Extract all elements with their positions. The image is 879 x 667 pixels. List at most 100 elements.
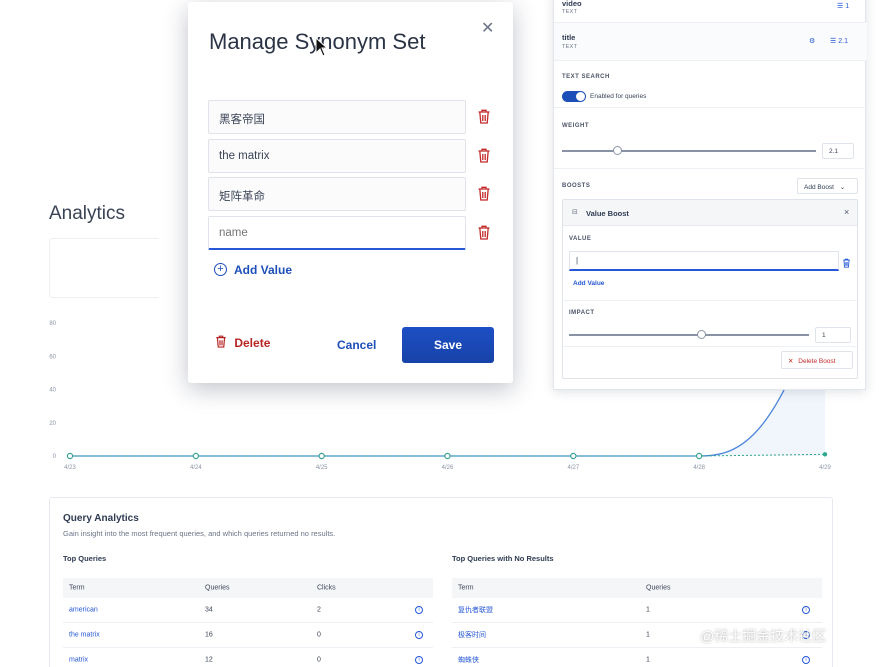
close-icon[interactable]: ✕	[481, 18, 494, 38]
delete-button[interactable]: Delete	[215, 335, 270, 355]
impact-slider-thumb[interactable]	[696, 330, 706, 339]
data-point	[570, 452, 577, 460]
weight-badge[interactable]: ☰ 2.1	[830, 37, 848, 45]
term-link[interactable]: 复仇者联盟	[458, 605, 493, 615]
queries-count: 1	[646, 606, 650, 614]
term-link[interactable]: matrix	[69, 657, 88, 664]
info-icon[interactable]: i	[415, 631, 423, 639]
x-tick-label: 4/26	[442, 465, 454, 471]
cancel-button[interactable]: Cancel	[337, 338, 376, 352]
watermark: @稀土掘金技术社区	[700, 628, 827, 644]
table-row[interactable]: american 34 2 i	[63, 598, 433, 623]
table-row[interactable]: 蜘蛛侠 1 i	[452, 648, 822, 667]
text-search-toggle[interactable]	[562, 91, 586, 102]
plus-circle-icon[interactable]: +	[214, 263, 227, 276]
sliders-icon: ☰	[837, 3, 844, 10]
field-name: video	[562, 0, 582, 8]
weight-slider-track[interactable]	[562, 150, 816, 152]
boost-title: Value Boost	[586, 209, 629, 218]
x-tick-label: 4/28	[693, 465, 705, 471]
chevron-down-icon: ⌄	[839, 184, 846, 191]
weight-slider-thumb[interactable]	[613, 146, 623, 155]
trash-icon[interactable]	[477, 148, 491, 163]
table-row[interactable]: the matrix 16 0 i	[63, 623, 433, 648]
y-tick-label: 80	[49, 321, 56, 327]
trash-icon	[215, 335, 227, 351]
settings-icon[interactable]: ⚙	[809, 37, 815, 45]
impact-slider-track[interactable]	[569, 334, 809, 336]
trash-icon[interactable]	[477, 225, 491, 240]
boost-header[interactable]: ⊟ Value Boost ×	[563, 200, 857, 226]
add-value-link[interactable]: Add Value	[573, 280, 604, 287]
clicks-count: 2	[317, 606, 321, 614]
divider	[563, 300, 857, 301]
table-row[interactable]: matrix 12 0 i	[63, 648, 433, 667]
sliders-icon: ☰	[830, 38, 837, 45]
top-queries-table: Term Queries Clicks american 34 2 i the …	[63, 578, 433, 667]
x-tick-label: 4/24	[190, 465, 202, 471]
new-synonym-input[interactable]	[208, 216, 466, 250]
value-label: VALUE	[569, 236, 592, 242]
column-header: Term	[458, 584, 474, 592]
y-tick-label: 0	[53, 454, 57, 460]
mouse-cursor-icon	[315, 37, 329, 57]
weight-value: 1	[845, 3, 850, 10]
table-header: Term Queries	[452, 578, 822, 598]
toggle-label: Enabled for queries	[590, 93, 647, 100]
synonym-input[interactable]: 矩阵革命	[208, 177, 466, 211]
trash-icon[interactable]	[477, 186, 491, 201]
query-analytics-subtitle: Gain insight into the most frequent quer…	[63, 529, 336, 538]
data-point	[318, 452, 325, 460]
save-button[interactable]: Save	[402, 327, 494, 363]
queries-count: 16	[205, 631, 213, 639]
term-link[interactable]: american	[69, 607, 98, 614]
trash-icon[interactable]	[477, 109, 491, 124]
add-boost-dropdown[interactable]: Add Boost ⌄	[797, 178, 858, 194]
data-point	[192, 452, 200, 460]
delete-boost-button[interactable]: ✕ Delete Boost	[781, 351, 853, 369]
weight-label: WEIGHT	[562, 123, 589, 129]
y-tick-label: 60	[49, 354, 56, 360]
manage-synonym-modal: Manage Synonym Set ✕ 黑客帝国 the matrix 矩阵革…	[188, 2, 513, 383]
field-row-title[interactable]: title TEXT ⚙ ☰ 2.1	[554, 23, 867, 61]
weight-input[interactable]: 2.1	[822, 143, 854, 159]
impact-input[interactable]: 1	[815, 327, 851, 343]
trash-icon[interactable]	[842, 255, 851, 273]
weight-badge[interactable]: ☰ 1	[837, 2, 849, 10]
info-icon[interactable]: i	[802, 656, 810, 664]
field-settings-panel: video TEXT ☰ 1 title TEXT ⚙ ☰ 2.1 TEXT S…	[553, 0, 867, 390]
boosts-label: BOOSTS	[562, 183, 591, 189]
term-link[interactable]: 极客时间	[458, 630, 486, 640]
text-search-label: TEXT SEARCH	[562, 74, 610, 80]
boost-value-input[interactable]: |	[569, 251, 839, 271]
field-row-video[interactable]: video TEXT ☰ 1	[554, 0, 867, 23]
info-icon[interactable]: i	[415, 656, 423, 664]
x-tick-label: 4/29	[819, 465, 831, 471]
top-queries-heading: Top Queries	[63, 554, 107, 563]
analytics-heading: Analytics	[49, 203, 126, 224]
info-icon[interactable]: i	[415, 606, 423, 614]
term-link[interactable]: 蜘蛛侠	[458, 655, 479, 665]
data-point	[444, 452, 451, 460]
column-header: Term	[69, 584, 85, 592]
weight-value: 2.1	[838, 38, 848, 45]
info-icon[interactable]: i	[802, 606, 810, 614]
queries-count: 12	[205, 656, 213, 664]
divider	[554, 168, 867, 169]
term-link[interactable]: the matrix	[69, 632, 100, 639]
add-value-button[interactable]: Add Value	[234, 263, 292, 277]
query-analytics-title: Query Analytics	[63, 513, 139, 524]
queries-count: 34	[205, 606, 213, 614]
synonym-input[interactable]: 黑客帝国	[208, 100, 466, 134]
close-icon[interactable]: ×	[844, 207, 849, 217]
table-row[interactable]: 复仇者联盟 1 i	[452, 598, 822, 623]
collapse-icon[interactable]: ⊟	[572, 208, 578, 216]
field-type: TEXT	[562, 9, 578, 15]
y-tick-label: 20	[49, 421, 56, 427]
synonym-input[interactable]: the matrix	[208, 139, 466, 173]
divider	[554, 107, 867, 108]
no-results-heading: Top Queries with No Results	[452, 554, 554, 563]
no-results-table: Term Queries 复仇者联盟 1 i 极客时间 1 i 蜘蛛侠 1 i	[452, 578, 822, 667]
clicks-count: 0	[317, 656, 321, 664]
field-name: title	[562, 33, 576, 42]
